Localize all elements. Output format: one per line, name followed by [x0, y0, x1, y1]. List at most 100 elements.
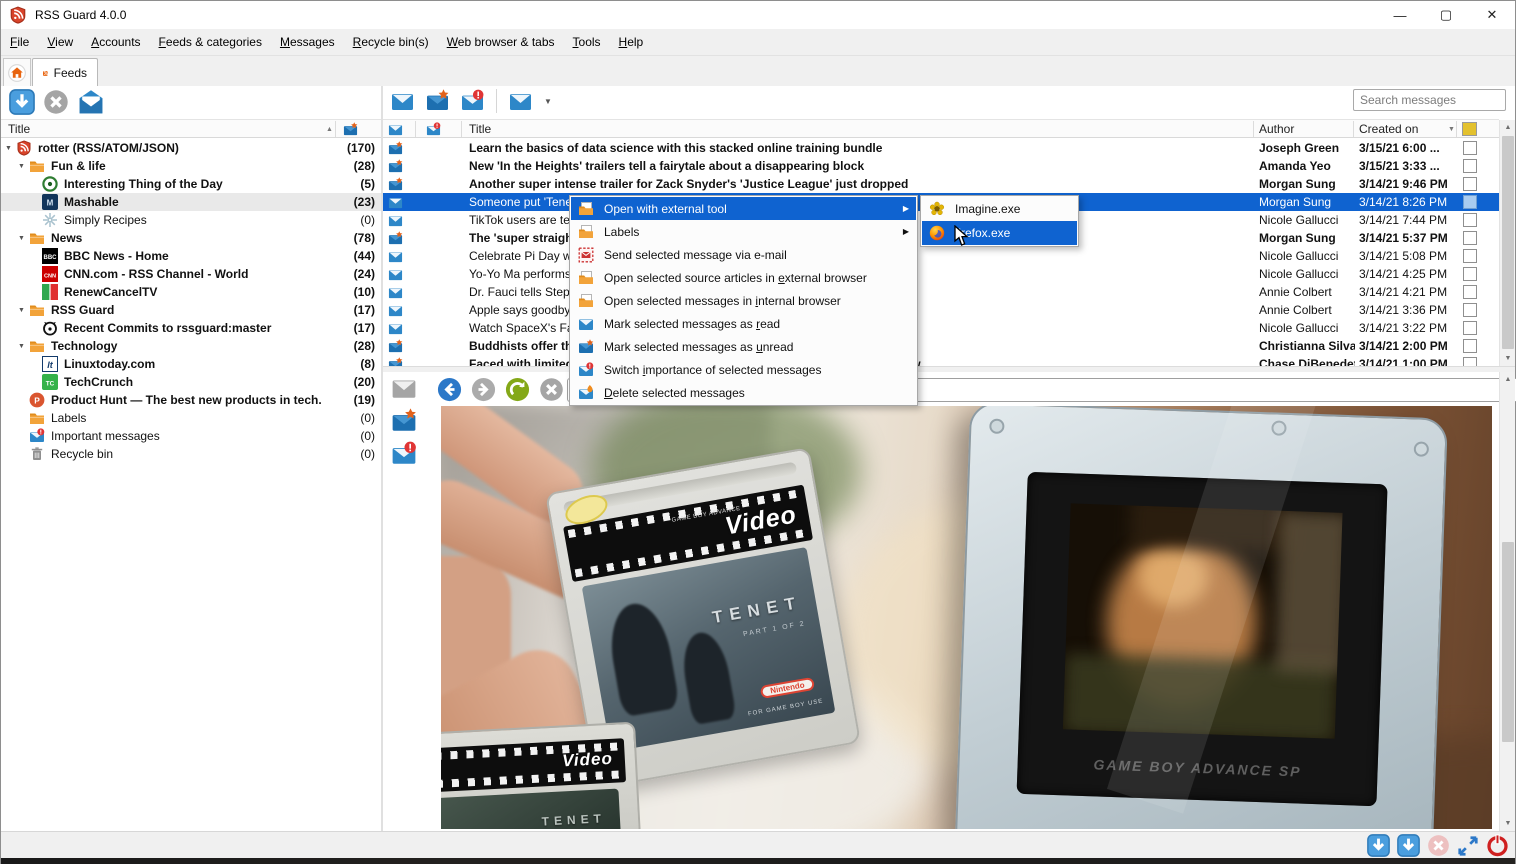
stop-button[interactable]: [539, 377, 564, 402]
unread-count-column-icon[interactable]: [342, 122, 359, 137]
context-menu-item[interactable]: Delete selected messages: [571, 381, 916, 404]
tab-feeds[interactable]: Feeds: [32, 58, 98, 87]
search-input[interactable]: [1353, 89, 1506, 111]
feeds-title-column-header[interactable]: Title: [8, 120, 30, 138]
label-checkbox[interactable]: [1463, 321, 1477, 335]
mark-unread-button[interactable]: [424, 89, 451, 113]
message-row[interactable]: New 'In the Heights' trailers tell a fai…: [383, 157, 1499, 175]
feed-tree-item[interactable]: ▼Technology(28): [1, 337, 381, 355]
message-row[interactable]: Learn the basics of data science with th…: [383, 139, 1499, 157]
label-checkbox[interactable]: [1463, 141, 1477, 155]
preview-scrollbar[interactable]: ▲ ▼: [1499, 372, 1515, 831]
menu-file[interactable]: File: [1, 30, 38, 54]
context-menu-item[interactable]: Switch importance of selected messages: [571, 358, 916, 381]
feed-tree-item[interactable]: ▼News(78): [1, 229, 381, 247]
context-menu-item[interactable]: Open selected source articles in externa…: [571, 266, 916, 289]
maximize-button[interactable]: ▢: [1423, 1, 1469, 29]
feed-tree-item[interactable]: PProduct Hunt — The best new products in…: [1, 391, 381, 409]
menu-help[interactable]: Help: [610, 30, 653, 54]
back-button[interactable]: [437, 377, 462, 402]
chevron-down-icon[interactable]: ▼: [18, 307, 29, 314]
label-checkbox[interactable]: [1463, 159, 1477, 173]
menu-web-browser-tabs[interactable]: Web browser & tabs: [438, 30, 564, 54]
refresh-button[interactable]: [505, 377, 530, 402]
update-all-button[interactable]: [1397, 834, 1420, 857]
scroll-up-icon[interactable]: ▲: [1500, 120, 1516, 135]
label-checkbox[interactable]: [1463, 267, 1477, 281]
label-checkbox[interactable]: [1463, 231, 1477, 245]
chevron-down-icon[interactable]: ▼: [18, 343, 29, 350]
submenu-item-firefox-exe[interactable]: firefox.exe: [922, 221, 1077, 245]
scroll-up-icon[interactable]: ▲: [1500, 372, 1516, 387]
feed-tree-item[interactable]: Labels(0): [1, 409, 381, 427]
label-checkbox[interactable]: [1463, 303, 1477, 317]
scroll-down-icon[interactable]: ▼: [1500, 816, 1516, 831]
context-menu-item[interactable]: Send selected message via e-mail: [571, 243, 916, 266]
message-row[interactable]: Apple says goodbye to the original HomeP…: [383, 301, 1499, 319]
chevron-down-icon[interactable]: ▼: [18, 163, 29, 170]
menu-messages[interactable]: Messages: [271, 30, 344, 54]
message-row[interactable]: Yo-Yo Ma performs surprise concert at a …: [383, 265, 1499, 283]
message-row[interactable]: Celebrate Pi Day with these deliciously …: [383, 247, 1499, 265]
chevron-down-icon[interactable]: ▼: [18, 235, 29, 242]
toggle-important-button[interactable]: [389, 441, 419, 467]
submenu-item-imagine-exe[interactable]: Imagine.exe: [922, 197, 1077, 221]
label-checkbox[interactable]: [1463, 213, 1477, 227]
messages-list-header[interactable]: Title Author Created on ▼: [383, 119, 1499, 138]
toggle-unread-button[interactable]: [389, 408, 419, 434]
context-menu-item[interactable]: Open selected messages in internal brows…: [571, 289, 916, 312]
feed-tree-item[interactable]: Recent Commits to rssguard:master(17): [1, 319, 381, 337]
message-row[interactable]: Faced with limited options, disabled gam…: [383, 355, 1499, 366]
scrollbar-thumb[interactable]: [1502, 542, 1514, 742]
feed-tree-item[interactable]: Interesting Thing of the Day(5): [1, 175, 381, 193]
minimize-button[interactable]: —: [1377, 1, 1423, 29]
label-checkbox[interactable]: [1463, 339, 1477, 353]
message-row[interactable]: Dr. Fauci tells Stephen Colbert what it'…: [383, 283, 1499, 301]
menu-tools[interactable]: Tools: [564, 30, 610, 54]
message-list-scrollbar[interactable]: ▲ ▼: [1499, 120, 1515, 366]
stop-update-button[interactable]: [43, 89, 69, 115]
download-manager-button[interactable]: [1367, 834, 1390, 857]
chevron-down-icon[interactable]: ▼: [5, 145, 16, 152]
menu-view[interactable]: View: [38, 30, 82, 54]
mark-all-read-button[interactable]: [77, 89, 105, 115]
feed-tree-item[interactable]: MMashable(23): [1, 193, 381, 211]
feed-tree-item[interactable]: RenewCancelTV(10): [1, 283, 381, 301]
fullscreen-button[interactable]: [1457, 835, 1479, 857]
label-checkbox[interactable]: [1463, 249, 1477, 263]
context-menu-item[interactable]: Labels▶: [571, 220, 916, 243]
feed-tree-item[interactable]: ▼RSS Guard(17): [1, 301, 381, 319]
feed-tree-item[interactable]: CNNCNN.com - RSS Channel - World(24): [1, 265, 381, 283]
context-menu-item[interactable]: Mark selected messages as read: [571, 312, 916, 335]
mark-important-button[interactable]: [459, 89, 486, 113]
message-row[interactable]: Another super intense trailer for Zack S…: [383, 175, 1499, 193]
label-checkbox[interactable]: [1463, 285, 1477, 299]
read-column-icon[interactable]: [387, 122, 404, 137]
created-column-header[interactable]: Created on: [1359, 120, 1418, 138]
label-checkbox[interactable]: [1463, 195, 1477, 209]
author-column-header[interactable]: Author: [1259, 120, 1294, 138]
label-checkbox[interactable]: [1463, 177, 1477, 191]
feed-tree-item[interactable]: TCTechCrunch(20): [1, 373, 381, 391]
tab-home[interactable]: [3, 58, 31, 86]
message-menu-button[interactable]: [507, 89, 534, 113]
scroll-down-icon[interactable]: ▼: [1500, 351, 1516, 366]
label-column-icon[interactable]: [1462, 122, 1477, 136]
label-checkbox[interactable]: [1463, 357, 1477, 366]
update-feeds-button[interactable]: [9, 89, 35, 115]
dropdown-arrow-icon[interactable]: ▼: [544, 97, 552, 106]
context-menu-item[interactable]: Mark selected messages as unread: [571, 335, 916, 358]
feed-tree-item[interactable]: Simply Recipes(0): [1, 211, 381, 229]
importance-column-icon[interactable]: [425, 122, 442, 137]
toggle-read-button[interactable]: [389, 375, 419, 401]
menu-recycle-bin-s-[interactable]: Recycle bin(s): [344, 30, 438, 54]
feed-tree-item[interactable]: Important messages(0): [1, 427, 381, 445]
feed-tree-item[interactable]: ltLinuxtoday.com(8): [1, 355, 381, 373]
menu-feeds-categories[interactable]: Feeds & categories: [150, 30, 271, 54]
mark-read-button[interactable]: [389, 89, 416, 113]
message-row[interactable]: Watch SpaceX's Falcon 9 rocket stick yet…: [383, 319, 1499, 337]
title-column-header[interactable]: Title: [469, 120, 491, 138]
feed-tree-item[interactable]: ▼rotter (RSS/ATOM/JSON)(170): [1, 139, 381, 157]
feed-tree-item[interactable]: ▼Fun & life(28): [1, 157, 381, 175]
forward-button[interactable]: [471, 377, 496, 402]
